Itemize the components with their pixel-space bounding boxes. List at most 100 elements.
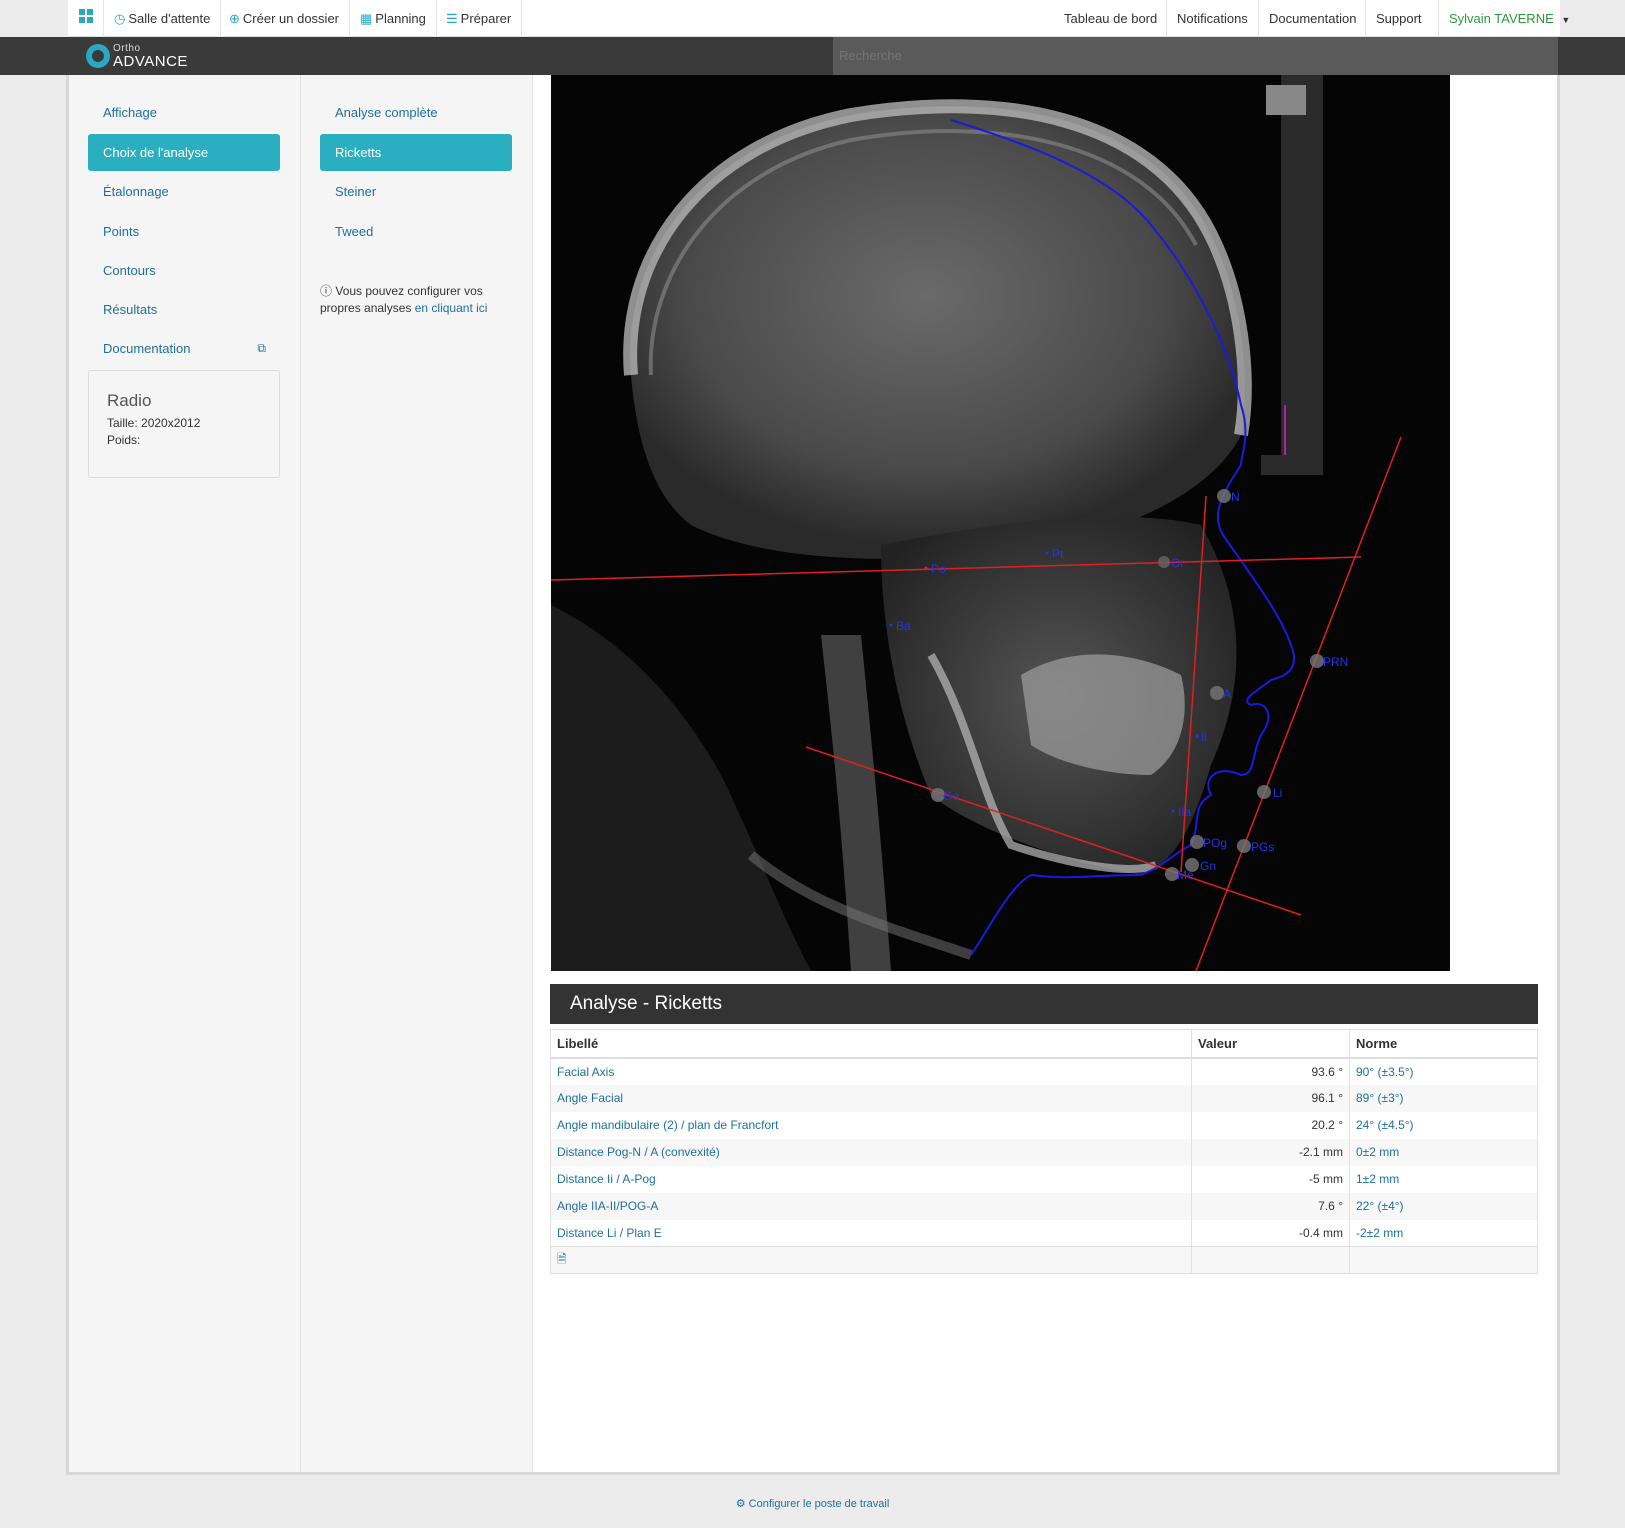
analysis-list: Analyse complète Ricketts Steiner Tweed … [301, 75, 533, 1472]
sidebar-item-calibration[interactable]: Étalonnage [88, 173, 280, 210]
svg-text:A: A [1223, 687, 1231, 701]
row-value: -5 mm [1191, 1165, 1350, 1193]
gear-icon: ⚙ [735, 1498, 746, 1510]
svg-text:Pt: Pt [1052, 547, 1064, 561]
prepare-link[interactable]: ☰ Préparer [436, 0, 523, 37]
landmark-me[interactable]: Me [1165, 867, 1194, 882]
configure-analyses-info: ⓘ Vous pouvez configurer vos propres ana… [320, 284, 488, 315]
svg-text:IIa: IIa [1178, 805, 1192, 819]
row-label[interactable]: Angle Facial [550, 1084, 1192, 1112]
row-value: 20.2 ° [1191, 1111, 1350, 1139]
sidebar-item-contours[interactable]: Contours [88, 252, 280, 289]
create-file-link[interactable]: ⊕ Créer un dossier [219, 0, 351, 37]
row-value: -0.4 mm [1191, 1219, 1350, 1247]
sidebar-item-points[interactable]: Points [88, 213, 280, 250]
row-value: 93.6 ° [1191, 1057, 1350, 1085]
logo-icon [86, 44, 110, 68]
analysis-item-steiner[interactable]: Steiner [320, 173, 512, 210]
svg-text:N: N [1231, 490, 1240, 504]
analysis-item-tweed[interactable]: Tweed [320, 213, 512, 250]
row-label[interactable]: Angle mandibulaire (2) / plan de Francfo… [550, 1111, 1192, 1139]
plus-circle-icon: ⊕ [229, 11, 240, 26]
row-norm: -2±2 mm [1349, 1219, 1538, 1247]
svg-text:Me: Me [1177, 868, 1194, 882]
svg-text:POg: POg [1203, 836, 1227, 850]
row-norm: 89° (±3°) [1349, 1084, 1538, 1112]
user-menu[interactable]: Sylvain TAVERNE ▼ [1438, 0, 1580, 37]
table-row: Distance Li / Plan E -0.4 mm -2±2 mm [550, 1219, 1538, 1247]
table-row: Facial Axis 93.6 ° 90° (±3.5°) [550, 1057, 1538, 1085]
radio-size: Taille: 2020x2012 [107, 416, 201, 430]
list-icon: ☰ [446, 11, 458, 26]
row-norm: 90° (±3.5°) [1349, 1057, 1538, 1085]
configure-analyses-link[interactable]: en cliquant ici [415, 301, 488, 315]
svg-text:Ii: Ii [1201, 730, 1207, 744]
analysis-item-complete[interactable]: Analyse complète [320, 94, 512, 131]
table-row: Distance Ii / A-Pog -5 mm 1±2 mm [550, 1165, 1538, 1193]
radio-weight: Poids: [107, 433, 141, 447]
cephalometric-xray[interactable]: Po Pt Or Ba N PRN A Ii Go Li IIa POg PGs… [551, 75, 1450, 971]
table-row: Angle IIA-II/POG-A 7.6 ° 22° (±4°) [550, 1192, 1538, 1220]
empty-cell [1349, 1246, 1538, 1274]
table-row: Distance Pog-N / A (convexité) -2.1 mm 0… [550, 1138, 1538, 1166]
row-label[interactable]: Facial Axis [550, 1057, 1192, 1085]
sidebar-item-display[interactable]: Affichage [88, 94, 280, 131]
landmark-go[interactable]: Go [931, 788, 959, 803]
analysis-table: Libellé Valeur Norme Facial Axis 93.6 ° … [550, 1029, 1538, 1274]
dashboard-grid-button[interactable] [68, 0, 104, 37]
row-label[interactable]: Distance Ii / A-Pog [550, 1165, 1192, 1193]
svg-text:Or: Or [1171, 556, 1184, 570]
calendar-icon: ▦ [360, 11, 373, 26]
landmark-pgs[interactable]: PGs [1237, 839, 1274, 854]
table-header-row: Libellé Valeur Norme [550, 1029, 1538, 1059]
table-row: Angle mandibulaire (2) / plan de Francfo… [550, 1111, 1538, 1139]
radio-info-box: Radio Taille: 2020x2012 Poids: [88, 370, 280, 478]
radio-title: Radio [107, 391, 152, 410]
svg-text:Go: Go [943, 789, 959, 803]
dashboard-link[interactable]: Tableau de bord [1054, 0, 1167, 37]
notifications-link[interactable]: Notifications [1166, 0, 1258, 37]
row-norm: 24° (±4.5°) [1349, 1111, 1538, 1139]
pdf-file-icon[interactable]: 🗎 [557, 1252, 567, 1266]
empty-cell [1191, 1246, 1350, 1274]
landmark-pog[interactable]: POg [1190, 835, 1227, 850]
landmark-prn[interactable]: PRN [1310, 654, 1348, 669]
export-pdf-cell: 🗎 [550, 1246, 1192, 1274]
row-label[interactable]: Distance Li / Plan E [550, 1219, 1192, 1247]
table-row-export: 🗎 [550, 1246, 1538, 1274]
waiting-room-link[interactable]: ◷ Salle d'attente [104, 0, 222, 37]
documentation-link[interactable]: Documentation [1258, 0, 1366, 37]
footer: ⚙ Configurer le poste de travail [0, 1497, 1625, 1510]
top-navbar: ◷ Salle d'attente ⊕ Créer un dossier ▦ Plan… [68, 0, 1570, 37]
svg-text:Po: Po [931, 562, 946, 576]
analysis-item-ricketts[interactable]: Ricketts [320, 134, 512, 171]
sidebar-item-documentation[interactable]: Documentation ⧉ [88, 330, 280, 367]
caret-down-icon: ▼ [1561, 15, 1571, 25]
svg-text:PRN: PRN [1323, 655, 1348, 669]
svg-text:PGs: PGs [1251, 840, 1274, 854]
row-value: -2.1 mm [1191, 1138, 1350, 1166]
row-label[interactable]: Distance Pog-N / A (convexité) [550, 1138, 1192, 1166]
header-label: Libellé [550, 1029, 1192, 1059]
svg-text:Gn: Gn [1200, 859, 1216, 873]
row-value: 96.1 ° [1191, 1084, 1350, 1112]
configure-workstation-link[interactable]: Configurer le poste de travail [749, 1498, 890, 1510]
sidebar: Affichage Choix de l'analyse Étalonnage … [69, 75, 301, 1472]
planning-link[interactable]: ▦ Planning [350, 0, 437, 37]
analysis-title: Analyse - Ricketts [550, 984, 1538, 1024]
row-norm: 1±2 mm [1349, 1165, 1538, 1193]
info-circle-icon: ⓘ [320, 284, 333, 298]
svg-text:Ba: Ba [896, 619, 911, 633]
landmark-a[interactable]: A [1210, 686, 1231, 701]
row-value: 7.6 ° [1191, 1192, 1350, 1220]
external-link-icon: ⧉ [257, 341, 266, 355]
row-label[interactable]: Angle IIA-II/POG-A [550, 1192, 1192, 1220]
search-input[interactable] [833, 37, 1558, 75]
grid-icon [78, 9, 93, 26]
support-link[interactable]: Support [1365, 0, 1432, 37]
row-norm: 22° (±4°) [1349, 1192, 1538, 1220]
row-norm: 0±2 mm [1349, 1138, 1538, 1166]
sidebar-item-analysis-choice[interactable]: Choix de l'analyse [88, 134, 280, 171]
svg-text:Li: Li [1273, 786, 1282, 800]
sidebar-item-results[interactable]: Résultats [88, 291, 280, 328]
